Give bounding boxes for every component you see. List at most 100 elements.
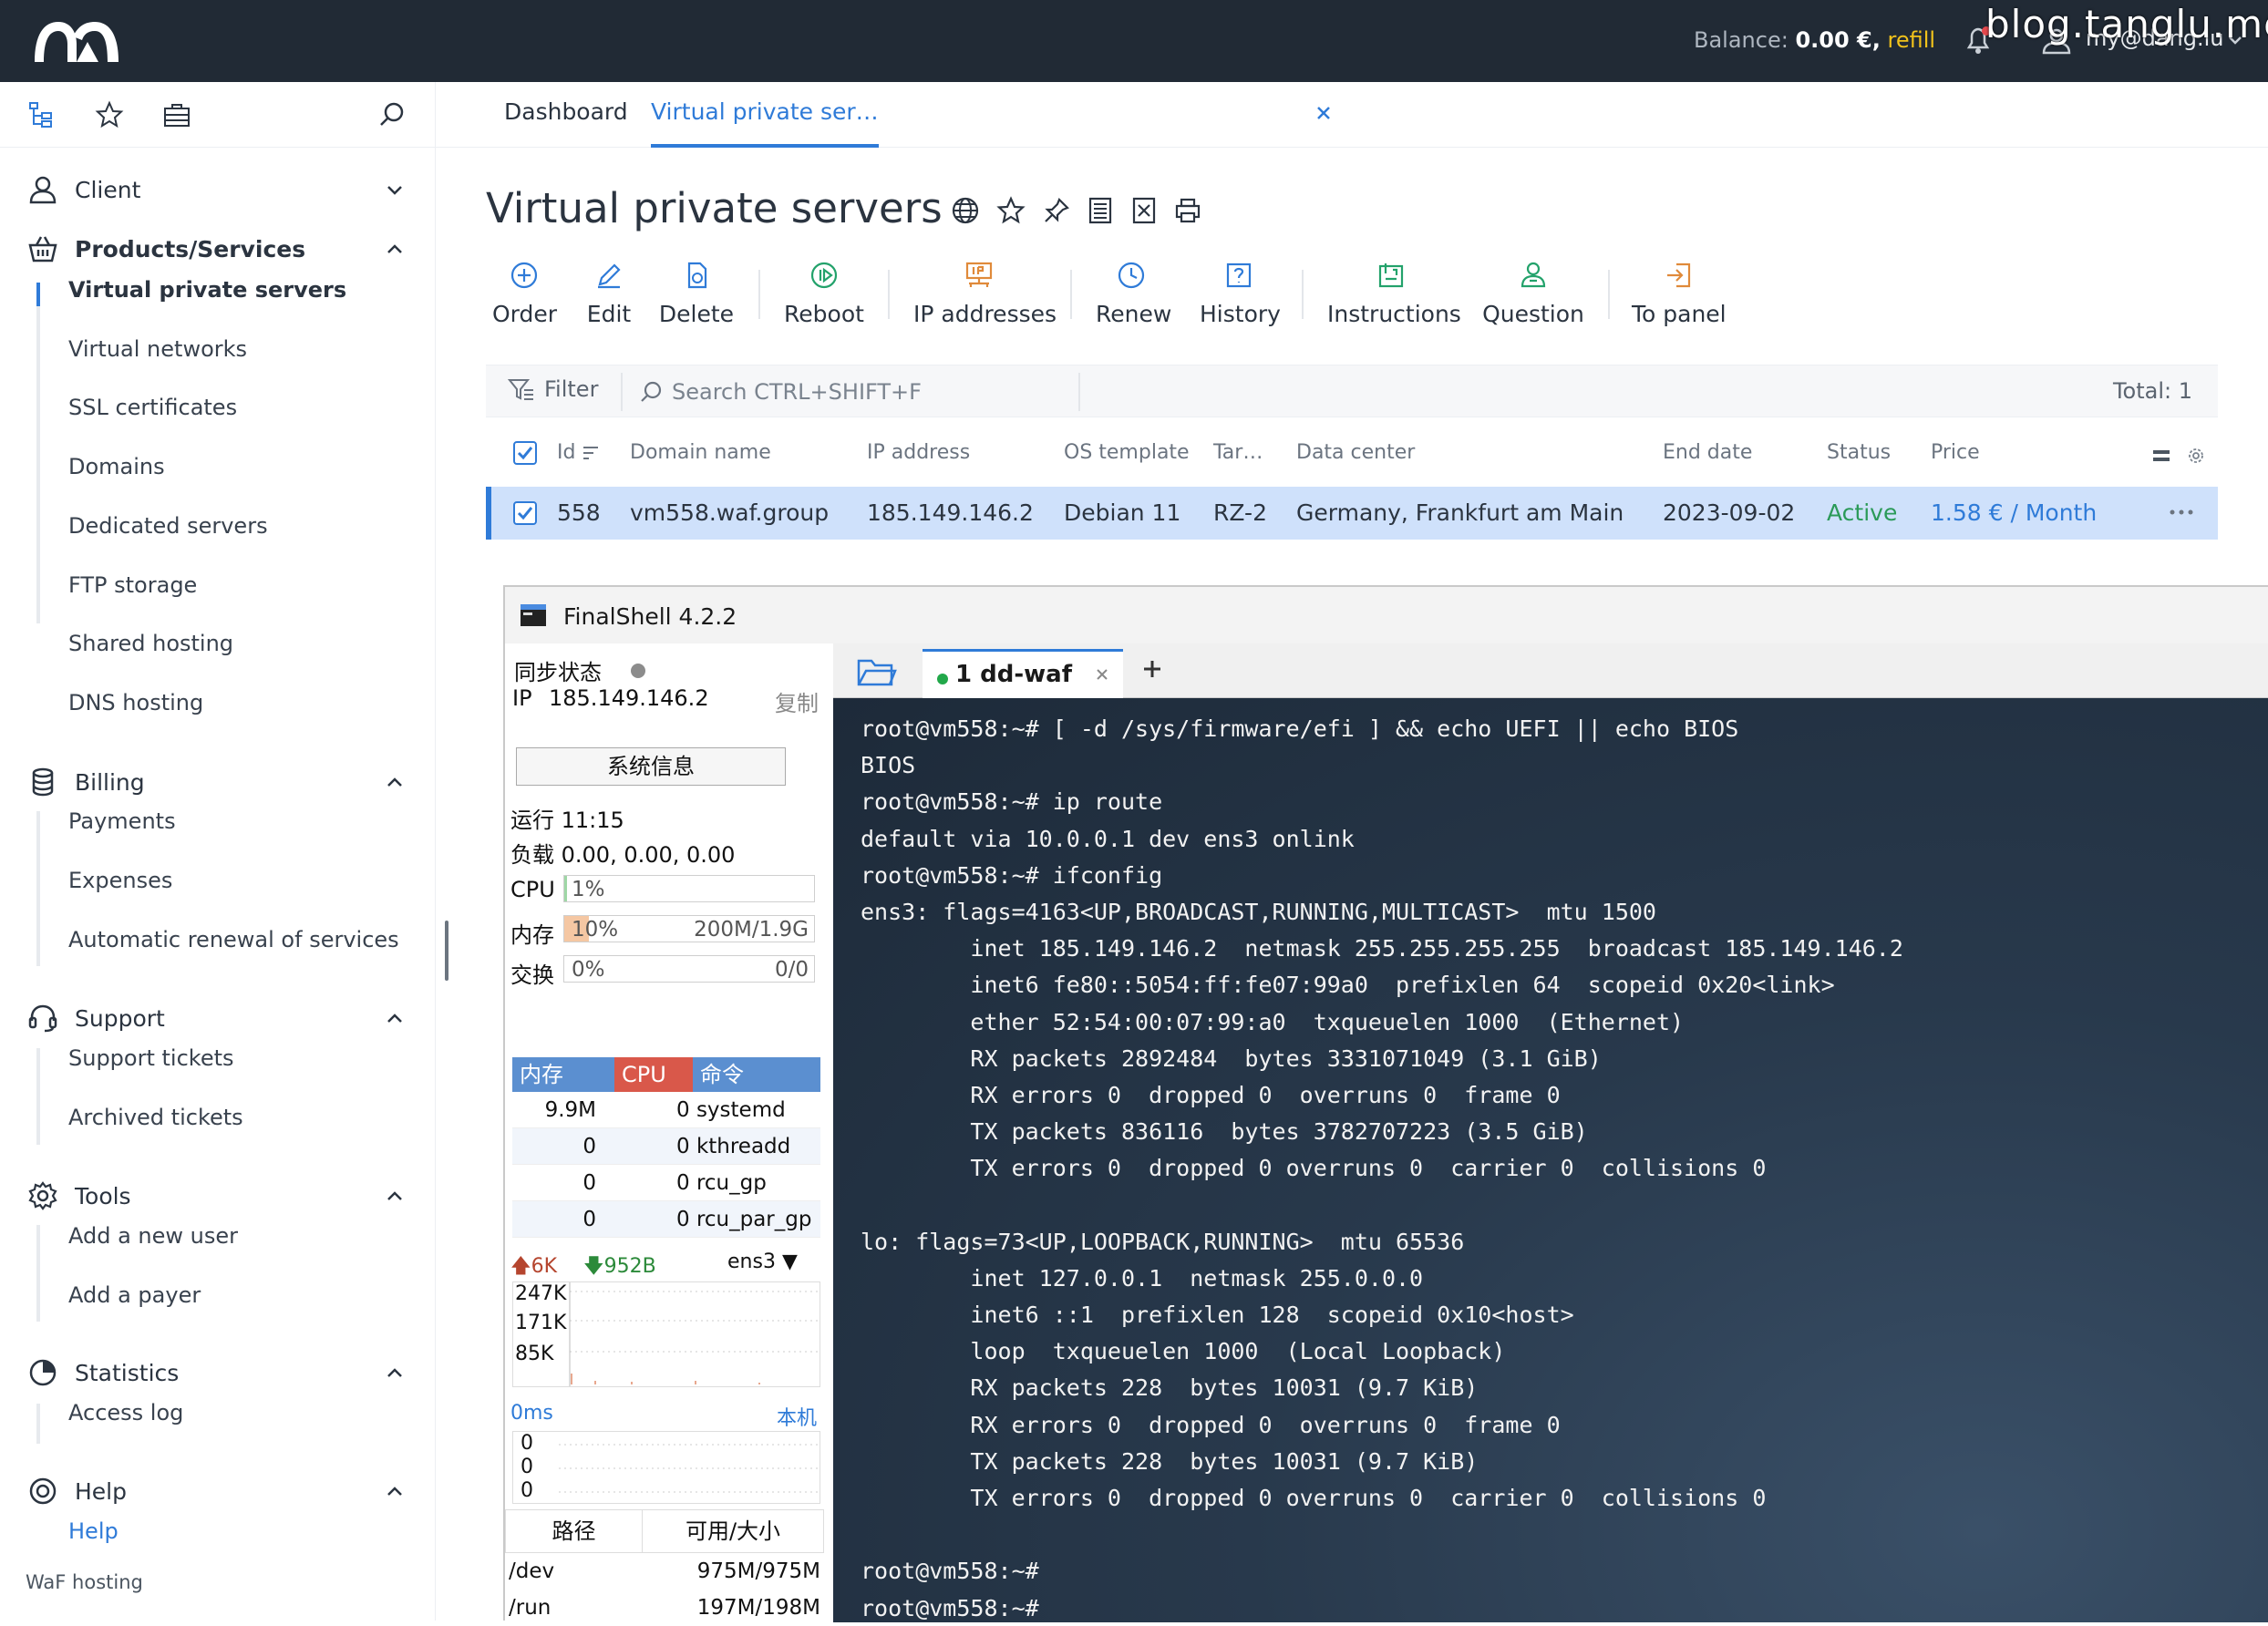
proc-header-cmd[interactable]: 命令 bbox=[693, 1057, 820, 1092]
column-header-domain[interactable]: Domain name bbox=[630, 441, 771, 464]
sidebar-item-domains[interactable]: Domains bbox=[68, 448, 165, 485]
to-panel-button[interactable]: To panel bbox=[1632, 259, 1727, 332]
sidebar-item-help[interactable]: Help bbox=[68, 1513, 119, 1549]
search-icon[interactable] bbox=[376, 98, 408, 131]
basket-icon bbox=[26, 232, 60, 266]
star-icon[interactable] bbox=[994, 193, 1028, 228]
column-header-os[interactable]: OS template bbox=[1064, 441, 1190, 464]
page-title: Virtual private servers bbox=[486, 184, 943, 232]
question-button[interactable]: Question bbox=[1482, 259, 1584, 332]
sidebar-scrollbar[interactable] bbox=[445, 921, 448, 981]
close-icon[interactable] bbox=[1092, 664, 1112, 684]
print-icon[interactable] bbox=[1170, 193, 1205, 228]
row-checkbox[interactable] bbox=[513, 501, 537, 525]
column-header-id[interactable]: Id bbox=[557, 441, 600, 464]
disk-row[interactable]: /run 197M/198M bbox=[505, 1590, 824, 1626]
sidebar-section-label: Help bbox=[75, 1477, 127, 1505]
filter-button[interactable]: Filter bbox=[508, 376, 598, 402]
proc-mem: 0 bbox=[582, 1208, 596, 1231]
delete-button[interactable]: Delete bbox=[658, 259, 735, 332]
edit-button[interactable]: Edit bbox=[583, 259, 634, 332]
iface-select[interactable]: ens3 ▼ bbox=[727, 1250, 798, 1273]
history-button[interactable]: History bbox=[1200, 259, 1281, 332]
sidebar-item-virtual-networks[interactable]: Virtual networks bbox=[68, 331, 247, 367]
order-button[interactable]: Order bbox=[492, 259, 557, 332]
sidebar-section-help[interactable]: Help bbox=[0, 1466, 436, 1517]
mem-usage: 200M/1.9G bbox=[694, 918, 809, 942]
columns-icon[interactable] bbox=[1083, 193, 1118, 228]
ip-addresses-button[interactable]: IP addresses bbox=[913, 259, 1057, 332]
sidebar-section-support[interactable]: Support bbox=[0, 993, 436, 1044]
process-row[interactable]: 0 0 rcu_gp bbox=[512, 1165, 820, 1201]
select-all-checkbox[interactable] bbox=[513, 441, 537, 465]
more-actions-icon[interactable] bbox=[2167, 501, 2196, 523]
instructions-icon bbox=[1375, 259, 1407, 292]
sidebar-section-client[interactable]: Client bbox=[0, 164, 436, 215]
ping-graph bbox=[559, 1444, 820, 1493]
sidebar-item-ftp-storage[interactable]: FTP storage bbox=[68, 567, 197, 603]
disk-header-path[interactable]: 路径 bbox=[506, 1510, 643, 1552]
terminal-line: inet6 ::1 prefixlen 128 scopeid 0x10<hos… bbox=[861, 1302, 1574, 1328]
tab-virtual-private-servers[interactable]: Virtual private ser… bbox=[651, 98, 879, 148]
column-header-status[interactable]: Status bbox=[1827, 441, 1891, 464]
sidebar-section-tools[interactable]: Tools bbox=[0, 1170, 436, 1221]
sidebar-section-billing[interactable]: Billing bbox=[0, 756, 436, 808]
process-row[interactable]: 9.9M 0 systemd bbox=[512, 1092, 820, 1128]
column-header-datacenter[interactable]: Data center bbox=[1296, 441, 1415, 464]
sidebar-item-access-log[interactable]: Access log bbox=[68, 1394, 183, 1431]
close-icon[interactable] bbox=[1311, 100, 1336, 126]
sidebar-item-ssl-certificates[interactable]: SSL certificates bbox=[68, 389, 237, 426]
logo[interactable] bbox=[31, 16, 122, 66]
sidebar-item-expenses[interactable]: Expenses bbox=[68, 862, 172, 899]
tab-dashboard[interactable]: Dashboard bbox=[504, 98, 628, 148]
folder-icon[interactable] bbox=[857, 656, 897, 689]
globe-icon[interactable] bbox=[948, 193, 983, 228]
disk-header-size[interactable]: 可用/大小 bbox=[643, 1510, 823, 1552]
reboot-button[interactable]: Reboot bbox=[782, 259, 866, 332]
sidebar-item-automatic-renewal[interactable]: Automatic renewal of services bbox=[68, 921, 399, 958]
proc-header-cpu[interactable]: CPU bbox=[614, 1057, 693, 1092]
chevron-up-icon bbox=[383, 1006, 407, 1030]
ip-label: IP bbox=[512, 685, 532, 711]
ping-target[interactable]: 本机 bbox=[777, 1402, 817, 1431]
sidebar-item-dedicated-servers[interactable]: Dedicated servers bbox=[68, 508, 268, 544]
renew-button[interactable]: Renew bbox=[1096, 259, 1171, 332]
column-header-end-date[interactable]: End date bbox=[1663, 441, 1752, 464]
active-indicator bbox=[36, 283, 40, 306]
add-tab-icon[interactable] bbox=[1138, 654, 1167, 684]
disk-row[interactable]: /dev 975M/975M bbox=[505, 1553, 824, 1590]
table-row[interactable]: 558 vm558.waf.group 185.149.146.2 Debian… bbox=[486, 487, 2218, 540]
proc-mem: 0 bbox=[582, 1171, 596, 1195]
terminal[interactable]: root@vm558:~# [ -d /sys/firmware/efi ] &… bbox=[833, 698, 2268, 1622]
column-header-price[interactable]: Price bbox=[1931, 441, 1980, 464]
sidebar-item-support-tickets[interactable]: Support tickets bbox=[68, 1040, 234, 1076]
sidebar-item-payments[interactable]: Payments bbox=[68, 803, 176, 839]
excel-icon[interactable] bbox=[1127, 193, 1161, 228]
tree-icon[interactable] bbox=[26, 98, 58, 131]
sidebar-item-archived-tickets[interactable]: Archived tickets bbox=[68, 1099, 243, 1136]
column-header-tariff[interactable]: Tar… bbox=[1213, 441, 1263, 464]
sidebar-item-add-payer[interactable]: Add a payer bbox=[68, 1277, 201, 1313]
system-info-button[interactable]: 系统信息 bbox=[516, 747, 786, 786]
arrow-up-icon: 🡅 bbox=[510, 1255, 531, 1278]
column-toggle-icon[interactable] bbox=[2150, 445, 2172, 467]
process-row[interactable]: 0 0 kthreadd bbox=[512, 1128, 820, 1165]
column-header-ip[interactable]: IP address bbox=[867, 441, 970, 464]
sidebar-item-shared-hosting[interactable]: Shared hosting bbox=[68, 625, 233, 662]
sidebar-item-add-user[interactable]: Add a new user bbox=[68, 1218, 238, 1254]
pin-icon[interactable] bbox=[1039, 193, 1074, 228]
sidebar-item-virtual-private-servers[interactable]: Virtual private servers bbox=[68, 272, 346, 308]
star-icon[interactable] bbox=[93, 98, 126, 131]
briefcase-icon[interactable] bbox=[160, 98, 193, 131]
proc-header-mem[interactable]: 内存 bbox=[512, 1057, 614, 1092]
session-tab[interactable]: 1 dd-waf bbox=[923, 649, 1123, 698]
sidebar-section-statistics[interactable]: Statistics bbox=[0, 1347, 436, 1398]
sidebar-item-dns-hosting[interactable]: DNS hosting bbox=[68, 684, 203, 721]
sidebar-section-products[interactable]: Products/Services bbox=[0, 223, 436, 274]
copy-button[interactable]: 复制 bbox=[775, 685, 819, 717]
search-input[interactable]: Search CTRL+SHIFT+F bbox=[639, 375, 1078, 409]
settings-gear-icon[interactable] bbox=[2185, 445, 2207, 467]
refill-link[interactable]: refill bbox=[1887, 27, 1935, 53]
process-row[interactable]: 0 0 rcu_par_gp bbox=[512, 1201, 820, 1238]
instructions-button[interactable]: Instructions bbox=[1327, 259, 1461, 332]
